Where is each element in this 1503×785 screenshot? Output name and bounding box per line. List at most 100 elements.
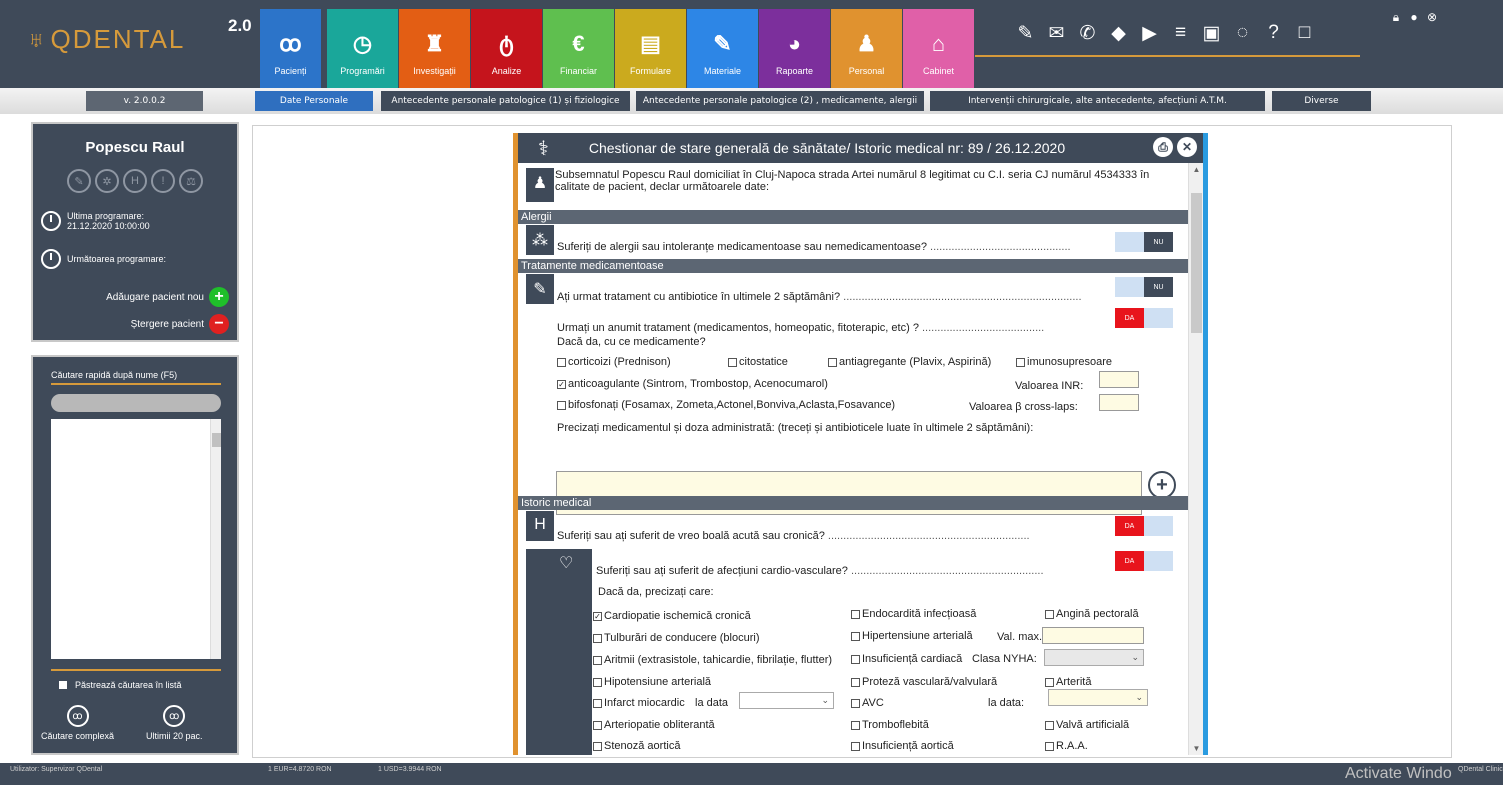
tab-antecedente-2[interactable]: Antecedente personale patologice (2) , m… xyxy=(636,91,924,111)
checkbox-c1-3[interactable]: Hipotensiune arterială xyxy=(593,676,711,688)
checkbox-c2-5[interactable]: Tromboflebită xyxy=(851,719,929,731)
tab-diverse[interactable]: Diverse xyxy=(1272,91,1371,111)
checkbox-c3-3[interactable]: R.A.A. xyxy=(1045,740,1088,752)
avc-date-select[interactable]: ⌄ xyxy=(1048,689,1148,706)
infarct-date-select[interactable]: ⌄ xyxy=(739,692,834,709)
checkbox-bifosfonati[interactable]: bifosfonați (Fosamax, Zometa,Actonel,Bon… xyxy=(557,399,895,411)
close-icon[interactable]: ✕ xyxy=(1177,137,1197,157)
checkbox-c3-0[interactable]: Angină pectorală xyxy=(1045,608,1139,620)
checkbox-c1-5[interactable]: Arteriopatie obliterantă xyxy=(593,719,715,731)
add-medication-icon[interactable]: + xyxy=(1148,471,1176,499)
mail-icon[interactable]: ✉ xyxy=(1041,22,1072,45)
checkbox-c1-4[interactable]: Infarct miocardic xyxy=(593,697,685,709)
allergy-icon: ⁂ xyxy=(526,225,554,255)
module-8[interactable]: ♟ Personal xyxy=(831,9,902,88)
search-input[interactable] xyxy=(51,394,221,412)
checkbox-c2-2[interactable]: Insuficiență cardiacă xyxy=(851,653,962,665)
val-max-input[interactable] xyxy=(1042,627,1144,644)
checkbox-c2-0[interactable]: Endocardită infecțioasă xyxy=(851,608,976,620)
form-scrollbar[interactable]: ▲ ▼ xyxy=(1188,163,1203,755)
module-label: Financiar xyxy=(559,66,597,76)
checkbox-c1-6[interactable]: Stenoză aortică xyxy=(593,740,680,752)
play-icon[interactable]: ▶ xyxy=(1134,22,1165,45)
module-1[interactable]: ◷ Programări xyxy=(327,9,398,88)
acute-toggle[interactable]: DA xyxy=(1115,516,1173,536)
checkbox-c2-4[interactable]: AVC xyxy=(851,697,884,709)
checkbox-c3-2[interactable]: Valvă artificială xyxy=(1045,719,1129,731)
checkbox-c1-0[interactable]: ✓ Cardiopatie ischemică cronică xyxy=(593,610,751,622)
tab-date-personale[interactable]: Date Personale xyxy=(255,91,373,111)
module-5[interactable]: ▤ Formulare xyxy=(615,9,686,88)
tab-antecedente-1[interactable]: Antecedente personale patologice (1) și … xyxy=(381,91,630,111)
next-appointment: Următoarea programare: xyxy=(41,249,237,269)
beta-input[interactable] xyxy=(1099,394,1139,411)
database-icon[interactable]: ≡ xyxy=(1165,22,1196,45)
module-9[interactable]: ⌂ Cabinet xyxy=(903,9,974,88)
sms-icon[interactable]: ✆ xyxy=(1072,22,1103,45)
module-7[interactable]: ◕ Rapoarte xyxy=(759,9,830,88)
checkbox-citostatice[interactable]: citostatice xyxy=(728,356,788,368)
chat-status-icon[interactable]: ! xyxy=(151,169,175,193)
module-bar: ꝏ Pacienți ◷ Programări ♜ Investigații ტ Analiz… xyxy=(255,9,975,88)
patient-status-icons: ✎ ✲ H ! ⚖ xyxy=(33,169,237,193)
precizati-label: Precizați medicamentul și doza administr… xyxy=(557,422,1034,434)
checkbox-imunosupresoare[interactable]: imunosupresoare xyxy=(1016,356,1112,368)
checkbox-c3-1[interactable]: Arterită xyxy=(1045,676,1091,688)
checkbox-c2-6[interactable]: Insuficiență aortică xyxy=(851,740,954,752)
medical-questionnaire: ⚕ Chestionar de stare generală de sănăta… xyxy=(513,133,1208,755)
logo-version: 2.0 xyxy=(228,16,252,35)
virus-status-icon[interactable]: ✲ xyxy=(95,169,119,193)
lock-icon[interactable]: 🔒︎ xyxy=(1387,10,1405,25)
section-history: Istoric medical xyxy=(518,496,1188,510)
module-0[interactable]: ꝏ Pacienți xyxy=(255,9,326,88)
print-icon[interactable]: ⎙ xyxy=(1153,137,1173,157)
add-patient-button[interactable]: Adăugare pacient nou + xyxy=(33,287,229,307)
question-allergies: Suferiți de alergii sau intoleranțe medi… xyxy=(557,241,1071,253)
module-2[interactable]: ♜ Investigații xyxy=(399,9,470,88)
calendar-icon[interactable]: □ xyxy=(1289,22,1320,45)
help-icon[interactable]: ? xyxy=(1258,22,1289,45)
inr-input[interactable] xyxy=(1099,371,1139,388)
module-3[interactable]: ტ Analize xyxy=(471,9,542,88)
cardio-band xyxy=(526,549,592,755)
tag-icon[interactable]: ◆ xyxy=(1103,22,1134,45)
antibiotics-toggle[interactable]: NU xyxy=(1115,277,1173,297)
logo-text: QDENTAL xyxy=(50,24,186,54)
pill-icon[interactable]: ✎ xyxy=(1010,22,1041,45)
plus-icon: + xyxy=(209,287,229,307)
checkbox-corticoizi[interactable]: corticoizi (Prednison) xyxy=(557,356,671,368)
save-icon[interactable]: ▣ xyxy=(1196,22,1227,45)
checkbox-antiagregante[interactable]: antiagregante (Plavix, Aspirină) xyxy=(828,356,991,368)
close-icon[interactable]: ⊗ xyxy=(1423,10,1441,25)
checkbox-c1-2[interactable]: Aritmii (extrasistole, tahicardie, fibri… xyxy=(593,654,832,666)
sub-tab-row: v. 2.0.0.2 Date Personale Antecedente pe… xyxy=(0,88,1503,114)
nyha-select[interactable]: ⌄ xyxy=(1044,649,1144,666)
last-20-button[interactable]: ꝏ Ultimii 20 pac. xyxy=(146,705,203,741)
add-patient-label: Adăugare pacient nou xyxy=(106,291,204,303)
checkbox-c2-1[interactable]: Hipertensiune arterială xyxy=(851,630,973,642)
allergies-toggle[interactable]: NU xyxy=(1115,232,1173,252)
checkbox-anticoagulante[interactable]: ✓ anticoagulante (Sintrom, Trombostop, Ac… xyxy=(557,378,828,390)
module-6[interactable]: ✎ Materiale xyxy=(687,9,758,88)
minimize-icon[interactable]: ● xyxy=(1405,10,1423,25)
flask-icon: ტ xyxy=(499,31,514,56)
chat-icon[interactable]: ◌ xyxy=(1227,22,1258,45)
divider xyxy=(51,669,221,671)
complex-search-button[interactable]: ꝏ Căutare complexă xyxy=(41,705,114,741)
tab-interventii[interactable]: Intervenții chirurgicale, alte anteceden… xyxy=(930,91,1265,111)
treatment-toggle[interactable]: DA xyxy=(1115,308,1173,328)
scale-status-icon[interactable]: ⚖ xyxy=(179,169,203,193)
hospital-status-icon[interactable]: H xyxy=(123,169,147,193)
delete-patient-button[interactable]: Ștergere pacient − xyxy=(33,314,229,334)
search-results-list[interactable] xyxy=(51,419,221,659)
keep-search-checkbox[interactable]: Păstrează căutarea în listă xyxy=(59,680,182,690)
module-label: Programări xyxy=(340,66,385,76)
checkbox-c1-1[interactable]: Tulburări de conducere (blocuri) xyxy=(593,632,760,644)
pill-status-icon[interactable]: ✎ xyxy=(67,169,91,193)
pill-icon: ✎ xyxy=(526,274,554,304)
checkbox-c2-3[interactable]: Proteză vasculară/valvulară xyxy=(851,676,997,688)
intro-line-2: calitate de pacient, declar următoarele … xyxy=(555,181,770,193)
scrollbar[interactable] xyxy=(210,419,221,659)
module-4[interactable]: € Financiar xyxy=(543,9,614,88)
cardio-toggle[interactable]: DA xyxy=(1115,551,1173,571)
